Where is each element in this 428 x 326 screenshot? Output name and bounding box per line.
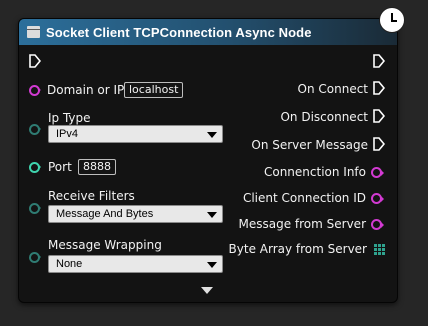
message-from-server-pin-arrow [381, 222, 384, 228]
on-disconnect-pin[interactable] [373, 109, 385, 123]
chevron-down-icon [207, 212, 217, 218]
chevron-down-icon[interactable] [201, 287, 213, 294]
on-server-message-label: On Server Message [251, 138, 368, 152]
on-disconnect-label: On Disconnect [280, 110, 368, 124]
connection-info-label: Connenction Info [263, 165, 366, 179]
ip-type-label: Ip Type [48, 111, 91, 125]
node-header[interactable]: Socket Client TCPConnection Async Node [19, 19, 397, 45]
message-wrapping-label: Message Wrapping [48, 238, 162, 252]
client-connection-id-pin-arrow [381, 196, 384, 202]
domain-label: Domain or IP [47, 83, 125, 97]
on-connect-label: On Connect [297, 82, 368, 96]
receive-filters-dropdown[interactable]: Message And Bytes [48, 205, 223, 223]
domain-pin-arrow [38, 88, 41, 92]
byte-array-pin[interactable] [374, 244, 385, 255]
receive-filters-value: Message And Bytes [56, 208, 154, 220]
exec-in-pin[interactable] [29, 54, 41, 68]
port-input[interactable]: 8888 [78, 159, 116, 175]
message-wrapping-value: None [56, 258, 83, 270]
on-server-message-pin[interactable] [373, 137, 385, 151]
message-from-server-label: Message from Server [238, 217, 367, 231]
node-title: Socket Client TCPConnection Async Node [46, 24, 312, 40]
chevron-down-icon [207, 132, 217, 138]
ip-type-dropdown[interactable]: IPv4 [48, 125, 223, 143]
message-wrapping-dropdown[interactable]: None [48, 255, 223, 273]
message-wrapping-pin-arrow [38, 254, 41, 260]
ip-type-value: IPv4 [56, 128, 79, 140]
async-node[interactable]: Socket Client TCPConnection Async Node D… [18, 7, 405, 303]
node-function-icon [27, 26, 40, 38]
port-label: Port [48, 160, 72, 174]
exec-out-pin[interactable] [373, 54, 385, 68]
receive-filters-pin-arrow [38, 205, 41, 211]
ip-type-pin-arrow [38, 126, 41, 132]
receive-filters-label: Receive Filters [48, 189, 135, 203]
on-connect-pin[interactable] [373, 81, 385, 95]
port-pin-arrow [38, 164, 41, 170]
connection-info-pin-arrow [381, 170, 384, 176]
clock-icon [379, 7, 405, 33]
domain-input[interactable]: localhost [124, 82, 184, 98]
client-connection-id-label: Client Connection ID [242, 191, 366, 205]
byte-array-from-server-label: Byte Array from Server [228, 242, 367, 256]
chevron-down-icon [207, 262, 217, 268]
